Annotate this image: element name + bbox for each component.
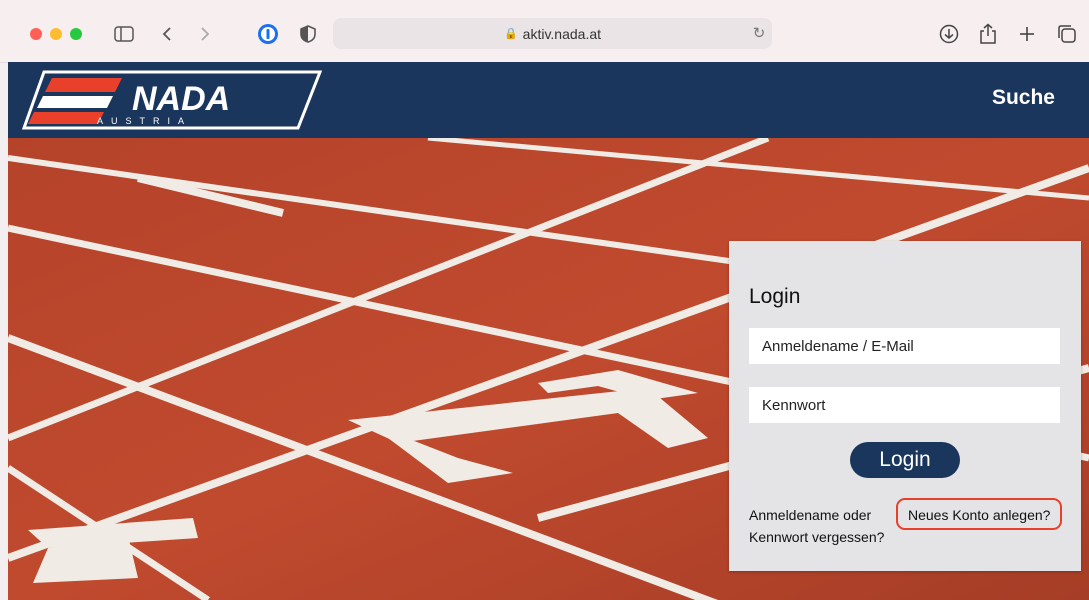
login-panel: Login Login Anmeldename oder Kennwort ve… bbox=[729, 241, 1081, 571]
back-icon[interactable] bbox=[155, 22, 179, 46]
search-link[interactable]: Suche bbox=[992, 86, 1055, 110]
address-bar[interactable]: 🔒 aktiv.nada.at bbox=[333, 18, 772, 49]
minimize-window-button[interactable] bbox=[50, 28, 62, 40]
share-icon[interactable] bbox=[976, 22, 1000, 46]
username-field[interactable] bbox=[749, 328, 1060, 364]
password-manager-icon[interactable] bbox=[256, 22, 280, 46]
tab-overview-icon[interactable] bbox=[1055, 22, 1079, 46]
shield-icon[interactable] bbox=[296, 22, 320, 46]
new-account-link[interactable]: Neues Konto anlegen? bbox=[896, 498, 1063, 530]
logo-wordmark: NADA bbox=[132, 80, 230, 118]
nada-austria-logo[interactable]: NADA AUSTRIA bbox=[22, 70, 322, 130]
login-title: Login bbox=[749, 285, 801, 308]
reload-icon[interactable]: ↻ bbox=[748, 22, 770, 44]
download-icon[interactable] bbox=[937, 22, 961, 46]
new-tab-icon[interactable] bbox=[1015, 22, 1039, 46]
logo-subtitle: AUSTRIA bbox=[97, 116, 192, 126]
login-button[interactable]: Login bbox=[850, 442, 960, 478]
forgot-credentials-link[interactable]: Anmeldename oder Kennwort vergessen? bbox=[749, 504, 899, 548]
url-text: aktiv.nada.at bbox=[522, 25, 602, 42]
browser-toolbar: 🔒 aktiv.nada.at ↻ bbox=[0, 0, 1089, 63]
close-window-button[interactable] bbox=[30, 28, 42, 40]
password-field[interactable] bbox=[749, 387, 1060, 423]
site-header: NADA AUSTRIA Suche bbox=[8, 62, 1089, 138]
zoom-window-button[interactable] bbox=[70, 28, 82, 40]
lock-icon: 🔒 bbox=[503, 28, 518, 40]
forward-icon[interactable] bbox=[193, 22, 217, 46]
sidebar-icon[interactable] bbox=[112, 22, 136, 46]
